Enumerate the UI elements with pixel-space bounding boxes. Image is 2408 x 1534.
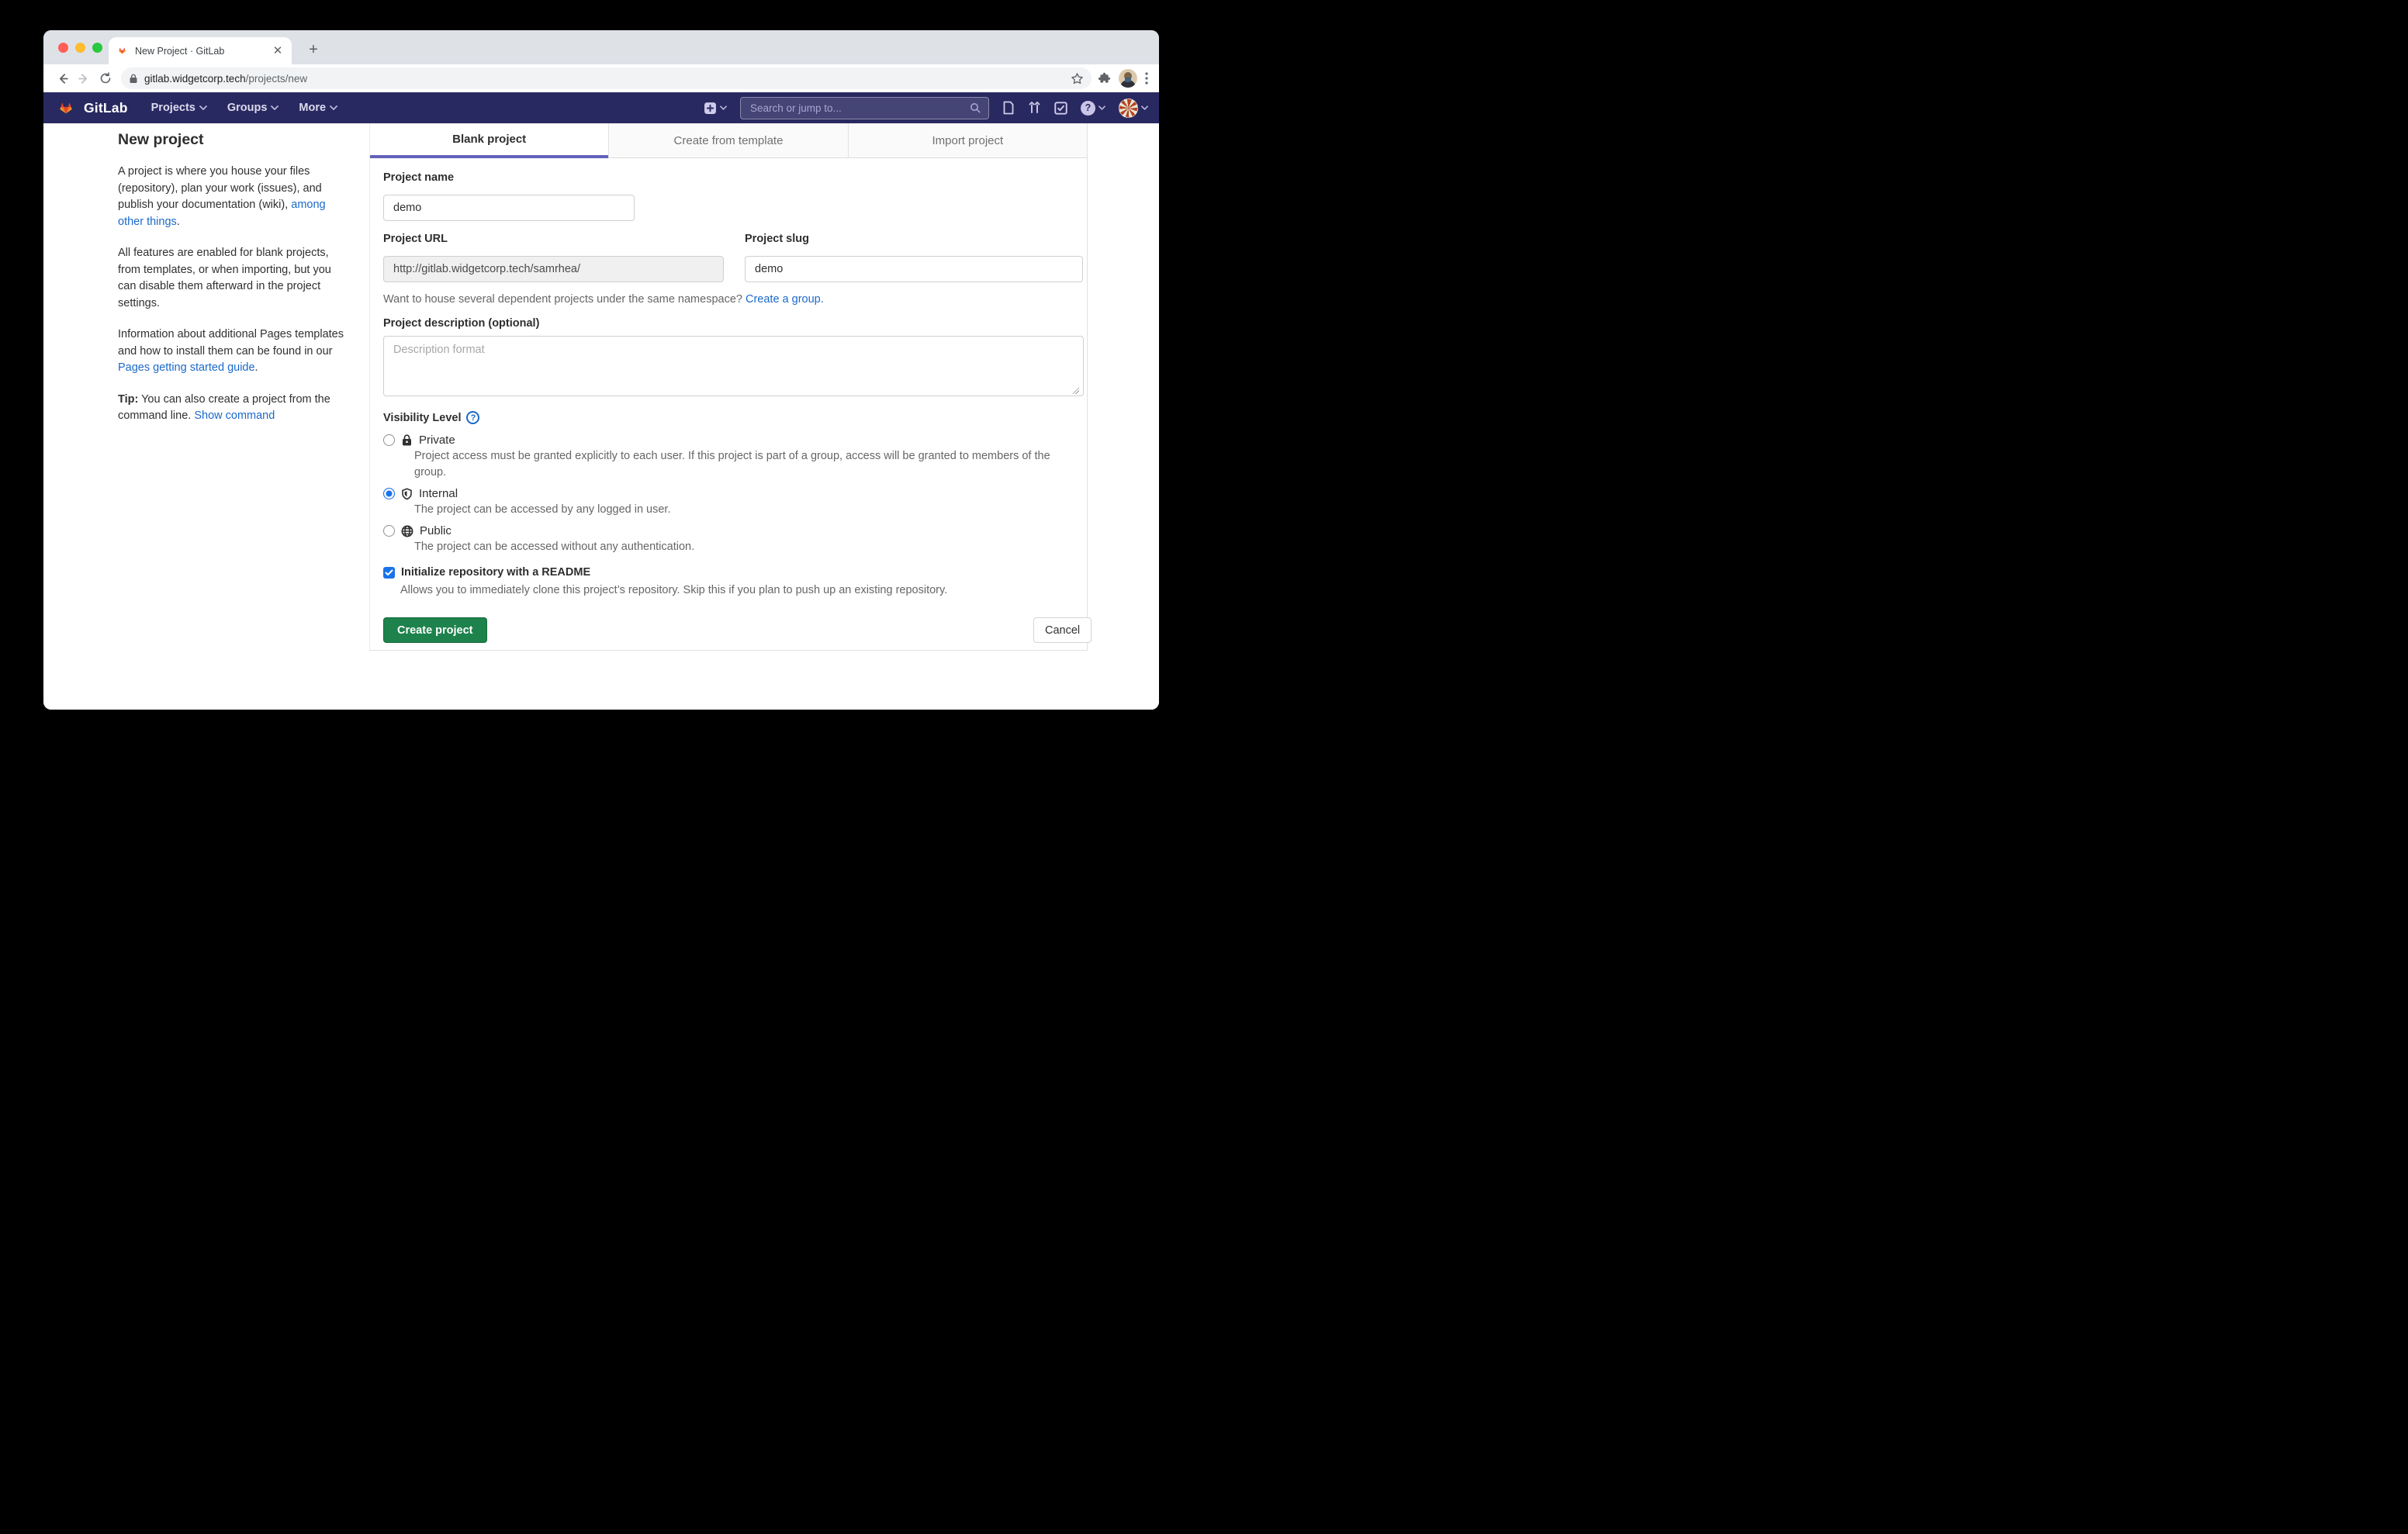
readme-option[interactable]: Initialize repository with a README	[383, 566, 590, 579]
create-project-button[interactable]: Create project	[383, 617, 487, 643]
project-description-label: Project description (optional)	[383, 317, 539, 330]
zoom-window-button[interactable]	[92, 43, 102, 53]
address-bar[interactable]: gitlab.widgetcorp.tech/projects/new	[121, 67, 1092, 89]
blank-project-form: Project name Project URL Project slug Wa…	[370, 158, 1087, 650]
url-text: gitlab.widgetcorp.tech/projects/new	[144, 73, 1071, 85]
extensions-puzzle-icon[interactable]	[1098, 72, 1111, 85]
sidebar-tip: Tip: You can also create a project from …	[118, 392, 344, 425]
project-name-label: Project name	[383, 171, 454, 184]
browser-toolbar: gitlab.widgetcorp.tech/projects/new	[43, 64, 1159, 92]
visibility-option-internal[interactable]: Internal	[383, 487, 458, 500]
visibility-help-icon[interactable]: ?	[466, 411, 479, 424]
new-project-panel: Blank project Create from template Impor…	[369, 123, 1088, 651]
readme-label: Initialize repository with a README	[401, 566, 590, 579]
show-command-link[interactable]: Show command	[194, 409, 275, 422]
nav-menu-projects[interactable]: Projects	[151, 102, 207, 114]
browser-titlebar: New Project · GitLab ✕ +	[43, 30, 1159, 64]
user-menu-button[interactable]	[1119, 98, 1148, 118]
back-button[interactable]	[51, 67, 73, 89]
new-menu-button[interactable]	[704, 102, 727, 115]
gitlab-home-link[interactable]: GitLab	[56, 98, 128, 118]
readme-description: Allows you to immediately clone this pro…	[400, 582, 1072, 599]
lock-ssl-icon	[129, 74, 138, 84]
merge-requests-icon[interactable]	[1028, 101, 1041, 115]
project-name-input[interactable]	[383, 195, 635, 221]
nav-menu-groups[interactable]: Groups	[227, 102, 279, 114]
project-slug-label: Project slug	[745, 233, 809, 245]
tab-create-from-template[interactable]: Create from template	[608, 123, 847, 158]
sidebar-help-column: New project A project is where you house…	[118, 128, 344, 425]
project-description-textarea[interactable]	[383, 336, 1084, 396]
browser-window: New Project · GitLab ✕ + gitlab.widgetco…	[43, 30, 1159, 710]
radio-internal[interactable]	[383, 488, 395, 499]
help-menu-button[interactable]: ?	[1081, 101, 1105, 116]
browser-profile-avatar[interactable]	[1119, 69, 1137, 88]
window-controls	[58, 43, 102, 53]
todos-icon[interactable]	[1054, 102, 1067, 115]
page-title: New project	[118, 131, 344, 149]
radio-public[interactable]	[383, 525, 395, 537]
gitlab-brand-text: GitLab	[84, 100, 128, 116]
visibility-level-label: Visibility Level	[383, 412, 461, 424]
gitlab-navbar: GitLab Projects Groups More	[43, 92, 1159, 123]
gitlab-favicon-icon	[116, 45, 128, 57]
tab-close-icon[interactable]: ✕	[272, 45, 284, 57]
nav-menu-more[interactable]: More	[299, 102, 337, 114]
project-url-input[interactable]	[383, 256, 724, 282]
sidebar-paragraph-2: All features are enabled for blank proje…	[118, 245, 344, 312]
project-type-tabs: Blank project Create from template Impor…	[370, 123, 1087, 158]
global-search[interactable]	[740, 97, 989, 119]
tab-blank-project[interactable]: Blank project	[370, 123, 608, 158]
project-url-label: Project URL	[383, 233, 448, 245]
browser-tab[interactable]: New Project · GitLab ✕	[109, 37, 292, 64]
lock-icon	[401, 434, 413, 447]
sidebar-paragraph-1: A project is where you house your files …	[118, 164, 344, 230]
create-a-group-link[interactable]: Create a group.	[746, 293, 824, 306]
close-window-button[interactable]	[58, 43, 68, 53]
public-description: The project can be accessed without any …	[414, 539, 1072, 555]
bookmark-star-icon[interactable]	[1071, 72, 1084, 85]
gitlab-tanuki-logo-icon	[56, 98, 76, 118]
project-slug-input[interactable]	[745, 256, 1083, 282]
visibility-option-private[interactable]: Private	[383, 434, 455, 447]
search-icon	[970, 102, 981, 113]
forward-button[interactable]	[73, 67, 95, 89]
help-icon: ?	[1081, 101, 1095, 116]
minimize-window-button[interactable]	[75, 43, 85, 53]
new-tab-button[interactable]: +	[303, 40, 323, 60]
visibility-option-public[interactable]: Public	[383, 524, 452, 537]
shield-icon	[401, 488, 413, 500]
browser-menu-icon[interactable]	[1145, 72, 1148, 85]
private-description: Project access must be granted explicitl…	[414, 448, 1072, 481]
page-content: New project A project is where you house…	[43, 123, 1159, 710]
textarea-resize-handle[interactable]	[1072, 387, 1079, 394]
tab-import-project[interactable]: Import project	[848, 123, 1087, 158]
tab-title: New Project · GitLab	[135, 46, 272, 57]
internal-description: The project can be accessed by any logge…	[414, 502, 1072, 518]
pages-guide-link[interactable]: Pages getting started guide	[118, 361, 255, 374]
readme-checkbox[interactable]	[383, 567, 395, 579]
radio-private[interactable]	[383, 434, 395, 446]
issues-icon[interactable]	[1002, 101, 1015, 115]
cancel-button[interactable]: Cancel	[1033, 617, 1092, 643]
reload-button[interactable]	[95, 67, 116, 89]
search-input[interactable]	[749, 102, 970, 115]
sidebar-paragraph-3: Information about additional Pages templ…	[118, 326, 344, 377]
globe-icon	[401, 525, 413, 537]
user-avatar	[1119, 98, 1138, 118]
namespace-hint: Want to house several dependent projects…	[383, 293, 824, 306]
